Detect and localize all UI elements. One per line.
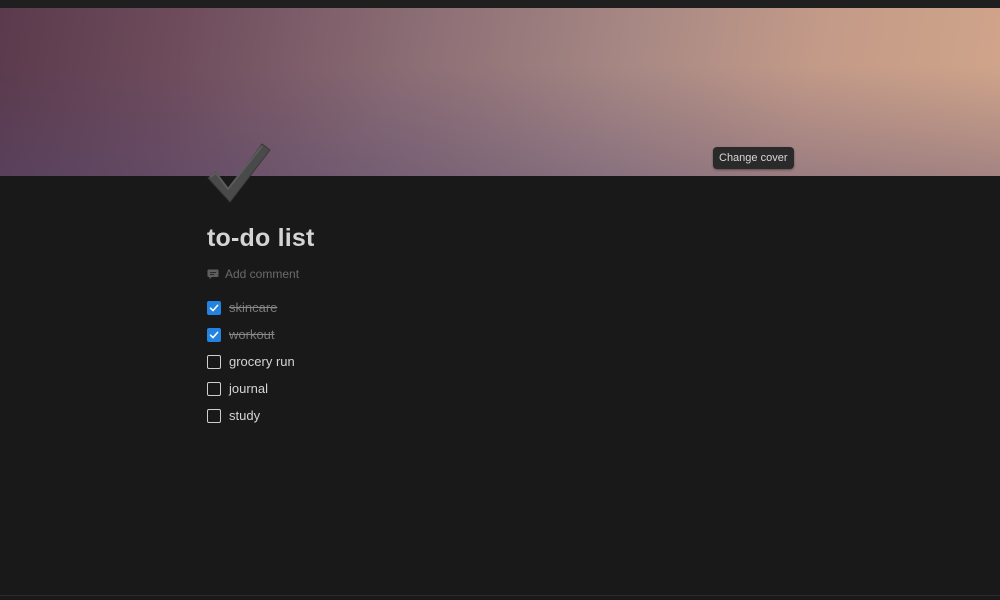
change-cover-button[interactable]: Change cover	[713, 147, 794, 169]
todo-checkbox[interactable]	[207, 354, 221, 369]
top-bar	[0, 0, 1000, 8]
todo-item: skincare	[207, 294, 295, 321]
check-icon	[209, 304, 219, 311]
divider	[0, 595, 1000, 596]
todo-list: skincare workout grocery run journal stu…	[207, 294, 295, 429]
todo-label[interactable]: workout	[229, 327, 275, 342]
add-comment-label: Add comment	[225, 267, 300, 281]
todo-label[interactable]: grocery run	[229, 354, 295, 369]
todo-item: study	[207, 402, 295, 429]
todo-checkbox[interactable]	[207, 408, 221, 423]
todo-checkbox[interactable]	[207, 300, 221, 315]
todo-item: grocery run	[207, 348, 295, 375]
add-comment-button[interactable]: Add comment	[207, 266, 299, 282]
comment-icon	[207, 268, 219, 280]
page: Change cover to-do list Add comment skin…	[0, 0, 1000, 600]
todo-label[interactable]: skincare	[229, 300, 277, 315]
todo-label[interactable]: study	[229, 408, 260, 423]
todo-label[interactable]: journal	[229, 381, 268, 396]
checkmark-icon[interactable]	[204, 140, 274, 206]
page-title[interactable]: to-do list	[207, 224, 315, 253]
todo-checkbox[interactable]	[207, 381, 221, 396]
cover-image[interactable]	[0, 8, 1000, 176]
todo-checkbox[interactable]	[207, 327, 221, 342]
todo-item: journal	[207, 375, 295, 402]
check-icon	[209, 331, 219, 338]
todo-item: workout	[207, 321, 295, 348]
